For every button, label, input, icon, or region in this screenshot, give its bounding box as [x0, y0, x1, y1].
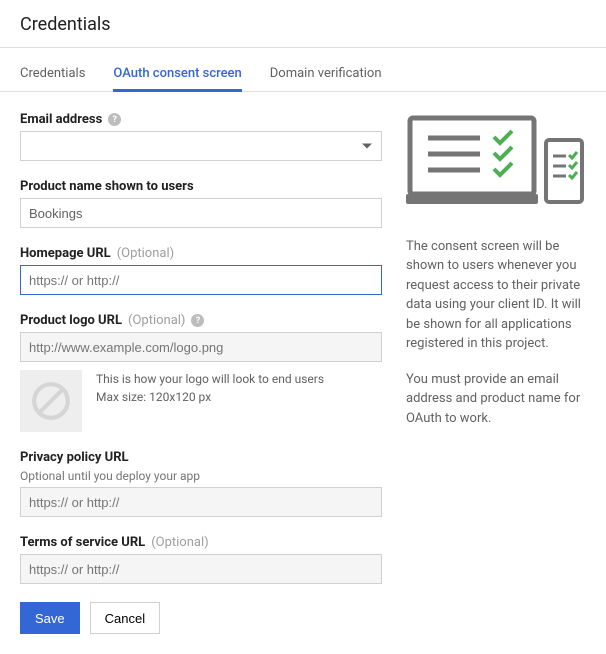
product-name-group: Product name shown to users [20, 179, 382, 228]
optional-text: (Optional) [151, 535, 208, 550]
homepage-url-group: Homepage URL (Optional) [20, 246, 382, 295]
tab-domain-verification[interactable]: Domain verification [270, 66, 382, 91]
logo-placeholder-icon [20, 370, 82, 432]
tos-url-group: Terms of service URL (Optional) [20, 535, 382, 584]
tos-url-label: Terms of service URL [20, 535, 145, 550]
side-paragraph-1: The consent screen will be shown to user… [406, 237, 586, 354]
privacy-url-sublabel: Optional until you deploy your app [20, 469, 382, 483]
logo-preview-line2: Max size: 120x120 px [96, 388, 324, 406]
optional-text: (Optional) [128, 313, 185, 328]
product-name-input[interactable] [20, 198, 382, 228]
side-paragraph-2: You must provide an email address and pr… [406, 370, 586, 429]
privacy-url-group: Privacy policy URL Optional until you de… [20, 450, 382, 517]
logo-url-label: Product logo URL [20, 313, 122, 328]
logo-preview-text: This is how your logo will look to end u… [96, 370, 324, 406]
privacy-url-input[interactable] [20, 487, 382, 517]
logo-preview-line1: This is how your logo will look to end u… [96, 370, 324, 388]
privacy-url-label: Privacy policy URL [20, 450, 129, 465]
product-name-label: Product name shown to users [20, 179, 194, 194]
email-field-group: Email address ? [20, 112, 382, 161]
cancel-button[interactable]: Cancel [90, 602, 160, 634]
page-title: Credentials [0, 0, 606, 48]
save-button[interactable]: Save [20, 602, 80, 634]
email-select[interactable] [20, 131, 382, 161]
help-icon[interactable]: ? [191, 314, 204, 327]
logo-url-group: Product logo URL (Optional) ? This is ho… [20, 313, 382, 432]
consent-illustration [406, 112, 586, 219]
logo-url-input[interactable] [20, 332, 382, 362]
tabs: Credentials OAuth consent screen Domain … [0, 48, 606, 92]
tos-url-input[interactable] [20, 554, 382, 584]
optional-text: (Optional) [117, 246, 174, 261]
homepage-url-label: Homepage URL [20, 246, 111, 261]
help-icon[interactable]: ? [108, 113, 121, 126]
tab-credentials[interactable]: Credentials [20, 66, 85, 91]
tab-oauth-consent[interactable]: OAuth consent screen [113, 66, 241, 91]
homepage-url-input[interactable] [20, 265, 382, 295]
email-label: Email address [20, 112, 102, 127]
